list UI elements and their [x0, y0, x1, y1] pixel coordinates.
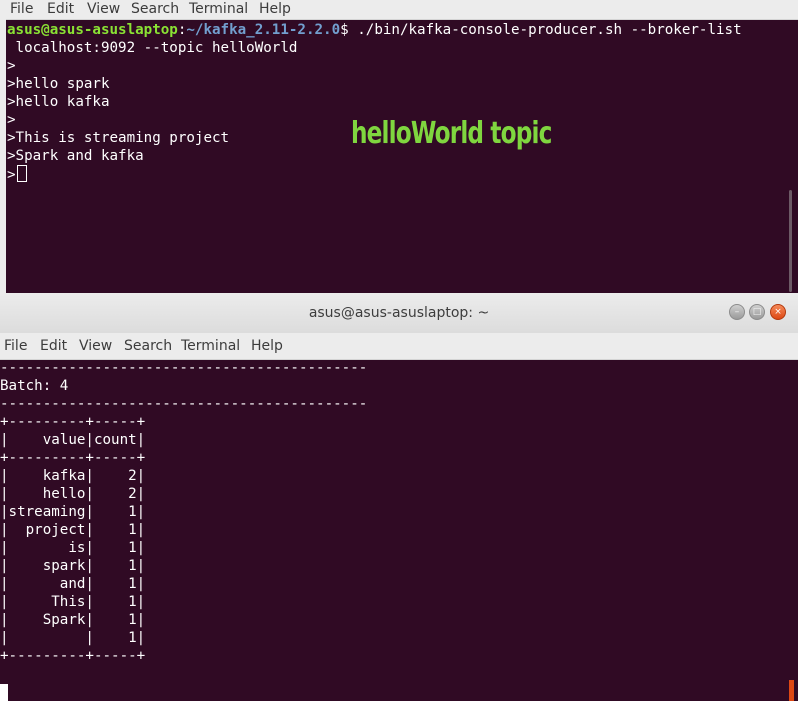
table-row: | hello| 2|: [0, 486, 146, 502]
table-border: +---------+-----+: [0, 648, 146, 664]
table-header: | value|count|: [0, 432, 146, 448]
menu-edit[interactable]: Edit: [40, 333, 67, 359]
minimize-button[interactable]: –: [729, 304, 745, 320]
menu-help[interactable]: Help: [251, 333, 283, 359]
consumer-terminal-window[interactable]: asus@asus-asuslaptop: ~ – □ × File Edit …: [0, 293, 798, 701]
producer-line: >hello spark: [7, 76, 110, 92]
maximize-button[interactable]: □: [749, 304, 765, 320]
prompt-dollar: $: [340, 22, 358, 38]
resize-handle[interactable]: [789, 680, 794, 701]
top-menu-search[interactable]: Search: [131, 0, 179, 18]
close-button[interactable]: ×: [770, 304, 786, 320]
separator-line: ----------------------------------------…: [0, 360, 368, 376]
text-cursor: [16, 165, 27, 182]
top-menu-bar: File Edit View Search Terminal Help: [6, 0, 798, 20]
menu-view[interactable]: View: [79, 333, 112, 359]
table-border: +---------+-----+: [0, 450, 146, 466]
producer-line: >This is streaming project: [7, 130, 230, 146]
consumer-output[interactable]: ----------------------------------------…: [0, 360, 790, 701]
producer-line: >: [7, 58, 16, 74]
table-row: | and| 1|: [0, 576, 146, 592]
prompt-path: ~/kafka_2.11-2.2.0: [186, 22, 341, 38]
batch-label: Batch: 4: [0, 378, 69, 394]
table-row: | is| 1|: [0, 540, 146, 556]
top-menu-terminal[interactable]: Terminal: [189, 0, 248, 18]
table-row: | kafka| 2|: [0, 468, 146, 484]
separator-line: ----------------------------------------…: [0, 396, 368, 412]
producer-command: ./bin/kafka-console-producer.sh --broker…: [357, 22, 742, 38]
topic-annotation-label: helloWorld topic: [351, 116, 552, 151]
window-edge: [0, 0, 6, 293]
table-row: | This| 1|: [0, 594, 146, 610]
top-menu-file[interactable]: File: [10, 0, 33, 18]
command-line: asus@asus-asuslaptop:~/kafka_2.11-2.2.0$…: [7, 21, 742, 39]
top-scrollbar[interactable]: [789, 190, 792, 292]
producer-command-continued: localhost:9092 --topic helloWorld: [7, 40, 298, 56]
producer-terminal[interactable]: File Edit View Search Terminal Help asus…: [0, 0, 798, 293]
producer-line: >: [7, 112, 16, 128]
table-row: | project| 1|: [0, 522, 146, 538]
table-row: | | 1|: [0, 630, 146, 646]
text-cursor: [0, 684, 8, 701]
window-titlebar[interactable]: asus@asus-asuslaptop: ~ – □ ×: [0, 293, 798, 333]
menu-terminal[interactable]: Terminal: [181, 333, 240, 359]
active-prompt-line[interactable]: >: [7, 165, 27, 183]
top-menu-help[interactable]: Help: [259, 0, 291, 18]
table-border: +---------+-----+: [0, 414, 146, 430]
menu-search[interactable]: Search: [124, 333, 172, 359]
top-menu-view[interactable]: View: [87, 0, 120, 18]
producer-terminal-body[interactable]: asus@asus-asuslaptop:~/kafka_2.11-2.2.0$…: [7, 21, 787, 293]
producer-line: >Spark and kafka: [7, 148, 144, 164]
active-prompt: >: [7, 167, 16, 183]
menu-file[interactable]: File: [4, 333, 27, 359]
top-menu-edit[interactable]: Edit: [47, 0, 74, 18]
bottom-menu-bar: File Edit View Search Terminal Help: [0, 333, 798, 360]
table-row: | spark| 1|: [0, 558, 146, 574]
prompt-user: asus@asus-asuslaptop: [7, 22, 178, 38]
table-row: | Spark| 1|: [0, 612, 146, 628]
producer-line: >hello kafka: [7, 94, 110, 110]
table-row: |streaming| 1|: [0, 504, 146, 520]
window-title: asus@asus-asuslaptop: ~: [308, 305, 490, 321]
